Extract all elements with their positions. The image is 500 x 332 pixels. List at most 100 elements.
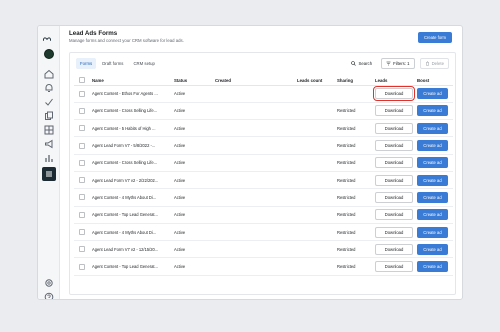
create-ad-button[interactable]: Create ad	[417, 261, 448, 273]
menu-icon[interactable]	[42, 167, 56, 181]
help-icon[interactable]	[43, 291, 55, 299]
search-button[interactable]: Search	[347, 59, 376, 68]
form-name[interactable]: Agent Content - 4 Myths About Di...	[92, 230, 172, 235]
table-row[interactable]: Agent Content - Ethos For Agents ... Acti…	[74, 85, 453, 103]
tab-forms[interactable]: Forms	[76, 58, 97, 69]
settings-icon[interactable]	[43, 277, 55, 289]
form-name[interactable]: Agent Content - Cross Selling Life...	[92, 160, 172, 165]
filters-button[interactable]: Filters: 1	[381, 58, 415, 69]
table-row[interactable]: Agent Lead Form V7 - 5/8/2022 -... Active…	[74, 136, 453, 155]
download-leads-button[interactable]: Download	[375, 157, 413, 169]
column-header-created[interactable]: Created	[213, 76, 295, 86]
form-created	[213, 119, 295, 138]
table-row[interactable]: Agent Content - Cross Selling Life... Act…	[74, 154, 453, 172]
pages-icon[interactable]	[43, 110, 55, 122]
form-status: Active	[172, 171, 213, 190]
column-header-leads-count[interactable]: Leads count	[295, 76, 335, 86]
account-avatar[interactable]	[44, 49, 54, 59]
row-checkbox[interactable]	[79, 142, 85, 149]
tab-bar: Forms Draft forms CRM setup	[76, 58, 159, 69]
form-name[interactable]: Agent Lead Form V7 - 5/8/2022 -...	[92, 143, 172, 148]
form-sharing: Restricted	[335, 206, 373, 224]
row-checkbox[interactable]	[79, 177, 85, 184]
table-row[interactable]: Agent Content - Cross Selling Life... Act…	[74, 102, 453, 121]
form-leads-count	[295, 223, 335, 242]
download-leads-button[interactable]: Download	[373, 86, 415, 102]
create-ad-button[interactable]: Create ad	[417, 226, 448, 238]
meta-logo-icon[interactable]	[42, 34, 52, 44]
select-all-checkbox[interactable]	[79, 77, 85, 84]
form-name[interactable]: Agent Content - Ethos For Agents ...	[92, 91, 172, 96]
table-row[interactable]: Agent Lead Form V7 v2 - 12/15/20... Activ…	[74, 240, 453, 259]
column-header-status[interactable]: Status	[172, 76, 213, 86]
row-checkbox[interactable]	[79, 159, 85, 166]
table-row[interactable]: Agent Content - 4 Myths About Di... Activ…	[74, 188, 453, 207]
table-row[interactable]: Agent Content - 4 Myths About Di... Activ…	[74, 223, 453, 242]
download-leads-button[interactable]: Download	[375, 191, 413, 203]
create-ad-button[interactable]: Create ad	[417, 122, 448, 134]
create-ad-button[interactable]: Create ad	[417, 105, 448, 117]
create-form-button[interactable]: Create form	[418, 32, 452, 43]
row-checkbox[interactable]	[79, 246, 85, 253]
form-name[interactable]: Agent Content - Top Lead Generat...	[92, 264, 172, 269]
download-leads-button[interactable]: Download	[375, 261, 413, 273]
check-icon[interactable]	[43, 96, 55, 108]
form-name[interactable]: Agent Lead Form V7 v2 - 2/22/202...	[92, 178, 172, 183]
form-leads-count	[295, 206, 335, 224]
row-checkbox[interactable]	[79, 211, 85, 218]
home-icon[interactable]	[43, 68, 55, 80]
download-leads-button[interactable]: Download	[375, 226, 413, 238]
table-row[interactable]: Agent Content - 5 Habits of High ... Acti…	[74, 119, 453, 138]
megaphone-icon[interactable]	[43, 138, 55, 150]
form-created	[213, 154, 295, 172]
form-name[interactable]: Agent Content - 4 Myths About Di...	[92, 195, 172, 200]
form-sharing: Restricted	[335, 119, 373, 138]
column-header-sharing[interactable]: Sharing	[335, 76, 373, 86]
form-status: Active	[172, 136, 213, 155]
tab-draft-forms[interactable]: Draft forms	[98, 58, 127, 69]
row-checkbox[interactable]	[79, 90, 85, 97]
download-leads-button[interactable]: Download	[375, 209, 413, 221]
grid-icon[interactable]	[43, 124, 55, 136]
download-leads-button[interactable]: Download	[375, 174, 413, 186]
create-ad-button[interactable]: Create ad	[417, 140, 448, 152]
column-header-leads[interactable]: Leads	[373, 76, 415, 86]
create-ad-button[interactable]: Create ad	[417, 174, 448, 186]
create-ad-button[interactable]: Create ad	[417, 191, 448, 203]
row-checkbox[interactable]	[79, 263, 85, 270]
form-name[interactable]: Agent Content - 5 Habits of High ...	[92, 126, 172, 131]
create-ad-button[interactable]: Create ad	[417, 243, 448, 255]
download-leads-button[interactable]: Download	[375, 122, 413, 134]
table-row[interactable]: Agent Content - Top Lead Generat... Activ…	[74, 206, 453, 224]
delete-button[interactable]: Delete	[419, 58, 449, 69]
create-ad-button[interactable]: Create ad	[417, 88, 448, 100]
form-name[interactable]: Agent Content - Top Lead Generat...	[92, 212, 172, 217]
form-name[interactable]: Agent Content - Cross Selling Life...	[92, 108, 172, 113]
chart-icon[interactable]	[43, 152, 55, 164]
form-created	[213, 240, 295, 259]
create-ad-button[interactable]: Create ad	[417, 157, 448, 169]
form-sharing: Restricted	[335, 257, 373, 276]
row-checkbox[interactable]	[79, 125, 85, 132]
form-sharing	[335, 85, 373, 103]
table-row[interactable]: Agent Content - Top Lead Generat... Activ…	[74, 257, 453, 276]
row-checkbox[interactable]	[79, 107, 85, 114]
form-leads-count	[295, 102, 335, 121]
row-checkbox[interactable]	[79, 194, 85, 201]
form-leads-count	[295, 171, 335, 190]
column-header-name[interactable]: Name	[90, 76, 172, 86]
form-name[interactable]: Agent Lead Form V7 v2 - 12/15/20...	[92, 247, 172, 252]
form-status: Active	[172, 154, 213, 172]
create-ad-button[interactable]: Create ad	[417, 209, 448, 221]
table-row[interactable]: Agent Lead Form V7 v2 - 2/22/202... Activ…	[74, 171, 453, 190]
notification-icon[interactable]	[43, 82, 55, 94]
page-subtitle: Manage forms and connect your CRM softwa…	[69, 38, 184, 43]
row-checkbox[interactable]	[79, 229, 85, 236]
search-icon	[351, 61, 357, 66]
download-leads-button[interactable]: Download	[375, 140, 413, 152]
column-header-boost[interactable]: Boost	[415, 76, 453, 86]
form-sharing: Restricted	[335, 240, 373, 259]
tab-crm-setup[interactable]: CRM setup	[129, 58, 159, 69]
download-leads-button[interactable]: Download	[375, 105, 413, 117]
download-leads-button[interactable]: Download	[375, 243, 413, 255]
